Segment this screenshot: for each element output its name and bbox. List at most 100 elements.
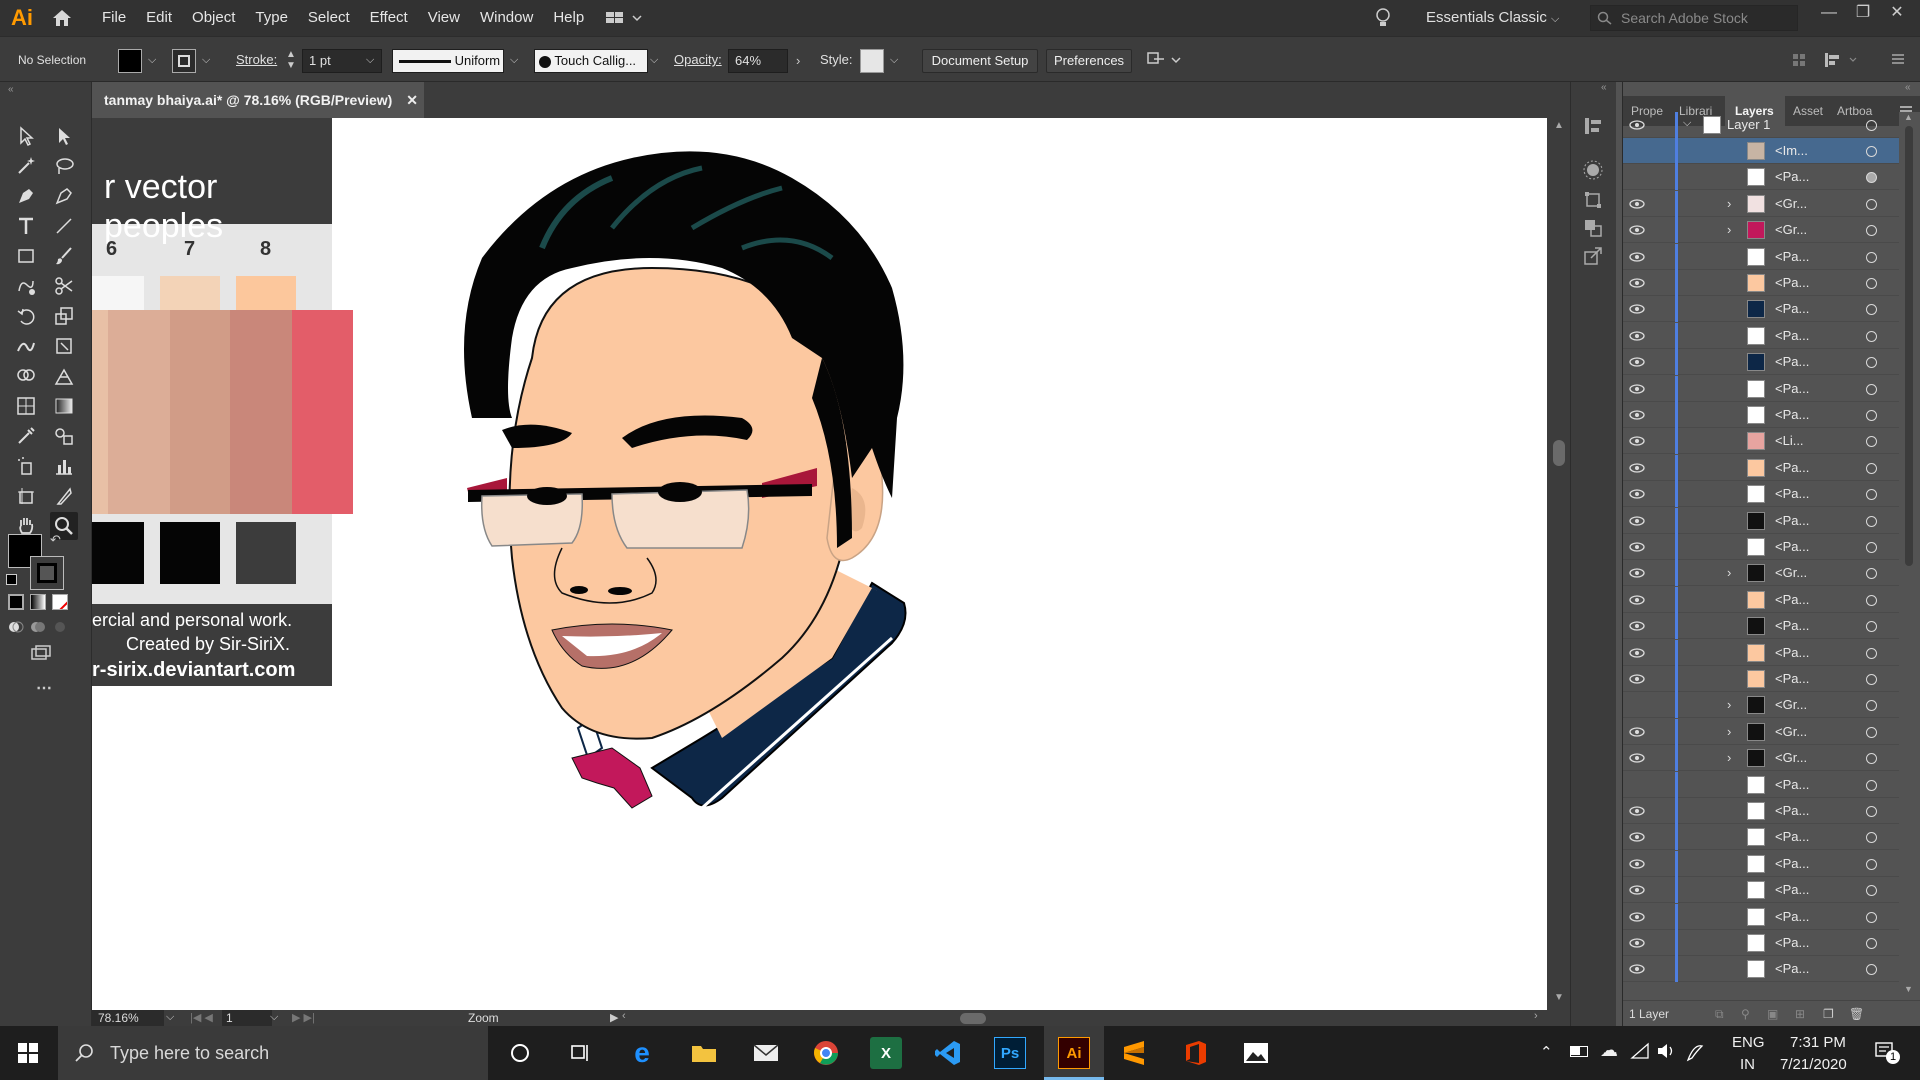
target-circle-icon[interactable] bbox=[1866, 779, 1877, 791]
pen-workspace-icon[interactable] bbox=[1684, 1040, 1706, 1067]
artboard-number-field[interactable]: 1 bbox=[222, 1010, 272, 1026]
target-circle-icon[interactable] bbox=[1866, 304, 1877, 316]
layer-row[interactable]: › <Gr... bbox=[1623, 692, 1899, 719]
battery-icon[interactable] bbox=[1570, 1046, 1588, 1057]
chevron-down-icon[interactable]: ⌵ bbox=[366, 54, 374, 67]
target-circle-icon[interactable] bbox=[1866, 410, 1877, 421]
eye-visibility-icon[interactable] bbox=[1629, 355, 1645, 369]
layer-item-name[interactable]: <Pa... bbox=[1775, 296, 1809, 322]
layer-item-name[interactable]: <Pa... bbox=[1775, 772, 1809, 798]
volume-icon[interactable] bbox=[1656, 1042, 1676, 1063]
layer-row[interactable]: <Pa... bbox=[1623, 349, 1899, 376]
collapse-dock-icon[interactable]: « bbox=[1601, 82, 1607, 93]
menu-help[interactable]: Help bbox=[543, 0, 594, 36]
artboard[interactable]: r vector peoples 6 7 8 ercial and person… bbox=[92, 118, 1547, 1010]
eye-visibility-icon[interactable] bbox=[1629, 276, 1645, 290]
target-circle-icon[interactable] bbox=[1866, 278, 1877, 289]
chevron-right-icon[interactable]: › bbox=[1727, 724, 1731, 739]
layer-row[interactable]: <Pa... bbox=[1623, 956, 1899, 983]
eye-visibility-icon[interactable] bbox=[1629, 962, 1645, 976]
target-circle-icon[interactable] bbox=[1866, 330, 1877, 342]
target-circle-icon[interactable] bbox=[1866, 726, 1877, 738]
menu-edit[interactable]: Edit bbox=[136, 0, 182, 36]
target-circle-icon[interactable] bbox=[1866, 594, 1877, 606]
eye-visibility-icon[interactable] bbox=[1629, 540, 1645, 554]
target-circle-icon[interactable] bbox=[1866, 251, 1877, 263]
layer-item-name[interactable]: <Pa... bbox=[1775, 481, 1809, 507]
layer-item-name[interactable]: <Pa... bbox=[1775, 376, 1809, 402]
scrollbar-thumb[interactable] bbox=[960, 1013, 986, 1024]
layer-row[interactable]: <Pa... bbox=[1623, 798, 1899, 824]
target-circle-icon[interactable] bbox=[1866, 225, 1877, 237]
layer-item-name[interactable]: <Pa... bbox=[1775, 613, 1809, 639]
eye-visibility-icon[interactable] bbox=[1629, 883, 1645, 897]
taskbar-search-box[interactable]: Type here to search bbox=[58, 1026, 488, 1080]
chevron-down-icon[interactable]: ⌵ bbox=[202, 54, 210, 67]
eye-visibility-icon[interactable] bbox=[1629, 223, 1645, 237]
layer-item-name[interactable]: <Pa... bbox=[1775, 824, 1809, 850]
eye-visibility-icon[interactable] bbox=[1629, 646, 1645, 660]
pathfinder-panel-button[interactable] bbox=[1581, 216, 1605, 240]
layer-item-name[interactable]: <Pa... bbox=[1775, 930, 1809, 956]
warp-tool[interactable] bbox=[12, 332, 40, 360]
target-circle-icon[interactable] bbox=[1866, 674, 1877, 685]
illustrator-app-icon[interactable]: Ai bbox=[1058, 1037, 1090, 1069]
target-circle-icon[interactable] bbox=[1866, 172, 1877, 184]
vscode-app-icon[interactable] bbox=[932, 1037, 964, 1069]
target-circle-icon[interactable] bbox=[1866, 515, 1877, 527]
eye-visibility-icon[interactable] bbox=[1629, 566, 1645, 580]
cortana-button[interactable] bbox=[504, 1037, 536, 1069]
layer-item-name[interactable]: <Pa... bbox=[1775, 956, 1809, 982]
layer-item-name[interactable]: <Pa... bbox=[1775, 270, 1809, 296]
onedrive-cloud-icon[interactable]: ☁ bbox=[1600, 1040, 1618, 1061]
menu-effect[interactable]: Effect bbox=[360, 0, 418, 36]
layer-item-name[interactable]: <Pa... bbox=[1775, 534, 1809, 560]
start-button[interactable] bbox=[18, 1043, 38, 1066]
layer-row[interactable]: <Pa... bbox=[1623, 507, 1899, 534]
properties-panel-button[interactable] bbox=[1581, 114, 1605, 138]
layer-row[interactable]: <Pa... bbox=[1623, 296, 1899, 323]
layer-item-name[interactable]: <Pa... bbox=[1775, 455, 1809, 481]
transform-button[interactable] bbox=[1822, 51, 1862, 72]
target-circle-icon[interactable] bbox=[1866, 357, 1877, 369]
create-sublayer-icon[interactable]: ⊞ bbox=[1795, 1001, 1805, 1027]
align-button[interactable] bbox=[1790, 51, 1810, 72]
layer-row[interactable]: <Pa... bbox=[1623, 824, 1899, 851]
layer-row[interactable]: › <Gr... bbox=[1623, 745, 1899, 772]
layer-item-name[interactable]: <Pa... bbox=[1775, 587, 1809, 613]
layer-row[interactable]: › <Gr... bbox=[1623, 560, 1899, 587]
photoshop-app-icon[interactable]: Ps bbox=[994, 1037, 1026, 1069]
scroll-down-arrow[interactable]: ▼ bbox=[1904, 984, 1913, 994]
opacity-field[interactable]: 64% bbox=[728, 49, 788, 73]
stroke-color-swatch[interactable] bbox=[30, 556, 64, 590]
target-circle-icon[interactable] bbox=[1866, 489, 1877, 501]
layer-row[interactable]: <Pa... bbox=[1623, 270, 1899, 296]
direct-selection-tool[interactable] bbox=[50, 122, 78, 150]
layer-row[interactable]: <Li... bbox=[1623, 428, 1899, 455]
skin-tone-strip[interactable] bbox=[170, 310, 230, 514]
mesh-tool[interactable] bbox=[12, 392, 40, 420]
restore-button[interactable]: ❐ bbox=[1848, 0, 1878, 26]
gradient-mode-button[interactable] bbox=[30, 594, 46, 610]
free-transform-tool[interactable] bbox=[50, 332, 78, 360]
chevron-down-icon[interactable]: ⌵ bbox=[650, 54, 658, 67]
layer-row[interactable]: <Im... bbox=[1623, 138, 1899, 164]
search-adobe-stock-input[interactable]: Search Adobe Stock bbox=[1590, 5, 1798, 31]
stroke-label[interactable]: Stroke: bbox=[236, 49, 277, 73]
discover-button[interactable] bbox=[1374, 7, 1392, 32]
artboard-tool[interactable] bbox=[12, 482, 40, 510]
layer-row[interactable]: <Pa... bbox=[1623, 481, 1899, 508]
transform-panel-button[interactable] bbox=[1581, 188, 1605, 212]
shaper-tool[interactable] bbox=[12, 272, 40, 300]
delete-trash-icon[interactable]: 🗑 bbox=[1849, 1001, 1864, 1027]
layer-row[interactable]: <Pa... bbox=[1623, 771, 1899, 798]
scale-tool[interactable] bbox=[50, 302, 78, 330]
excel-app-icon[interactable]: X bbox=[870, 1037, 902, 1069]
target-circle-icon[interactable] bbox=[1866, 647, 1877, 659]
appearance-panel-button[interactable] bbox=[1581, 158, 1605, 182]
lasso-tool[interactable] bbox=[50, 152, 78, 180]
type-tool[interactable] bbox=[12, 212, 40, 240]
layer-row[interactable]: <Pa... bbox=[1623, 402, 1899, 428]
scroll-up-arrow[interactable]: ▲ bbox=[1554, 120, 1564, 131]
layer-item-name[interactable]: <Pa... bbox=[1775, 164, 1809, 190]
